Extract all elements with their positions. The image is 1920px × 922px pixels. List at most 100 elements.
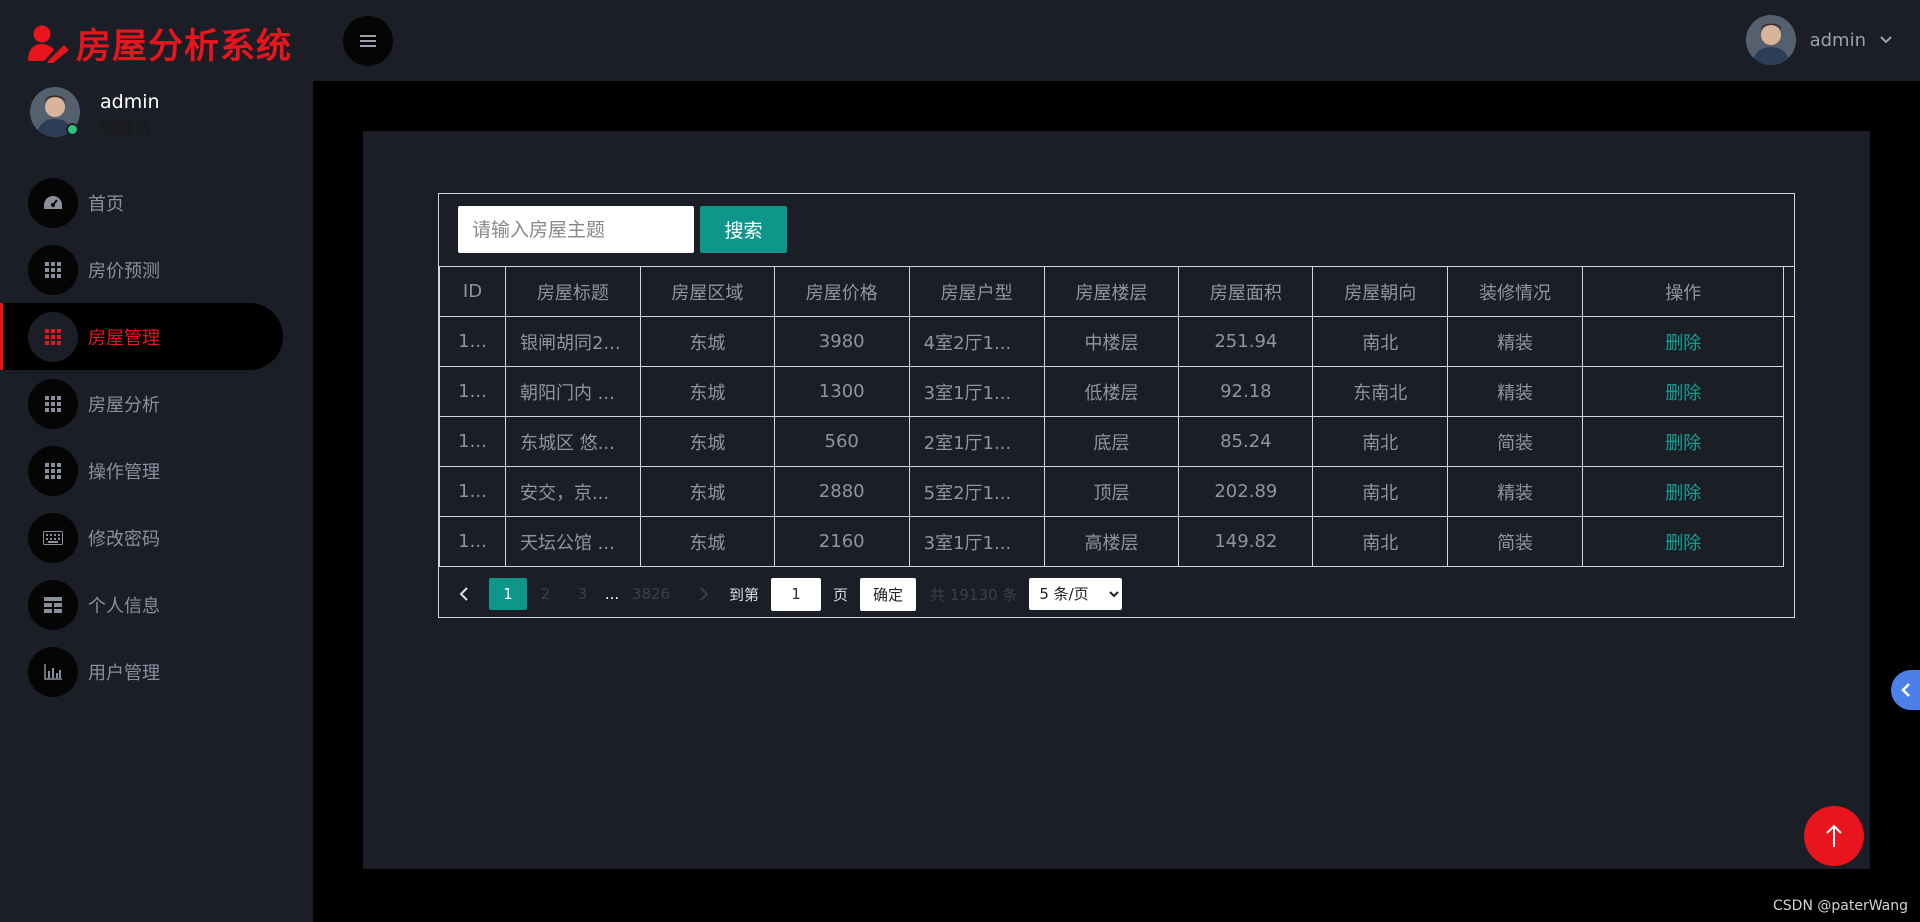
sidebar-item-house-management[interactable]: 房屋管理 <box>0 303 283 370</box>
cell-layout: 3室1厅1... <box>908 516 1045 567</box>
app-logo[interactable]: 房屋分析系统 <box>28 18 292 69</box>
cell-floor: 低楼层 <box>1043 366 1180 417</box>
sidebar-item-house-analysis[interactable]: 房屋分析 <box>0 370 313 437</box>
goto-page-input[interactable] <box>771 577 822 611</box>
table-row[interactable]: 1... 安交，京... 东城 2880 5室2厅1... 顶层 202.89 … <box>439 466 1794 517</box>
user-menu[interactable]: admin <box>1745 15 1892 65</box>
watermark: CSDN @paterWang <box>1773 898 1908 914</box>
cell-floor: 顶层 <box>1043 466 1180 517</box>
pagination: 1 2 3 ... 3826 到第 页 确定 共 19130 条 5 条/页 <box>439 571 1794 617</box>
profile-role: 管理员 <box>100 120 151 140</box>
delete-link[interactable]: 删除 <box>1581 366 1785 417</box>
chevron-right-icon <box>700 587 709 601</box>
cell-title: 安交，京... <box>504 466 641 517</box>
user-edit-icon <box>28 25 69 63</box>
dashboard-icon <box>28 177 78 228</box>
cell-floor: 高楼层 <box>1043 516 1180 567</box>
total-count: 共 19130 条 <box>930 585 1018 604</box>
column-header-title[interactable]: 房屋标题 <box>504 266 641 317</box>
cell-size: 85.24 <box>1178 416 1314 467</box>
goto-confirm-button[interactable]: 确定 <box>860 577 917 611</box>
grid-icon <box>28 445 78 496</box>
cell-floor: 底层 <box>1043 416 1180 467</box>
prev-page-button[interactable] <box>453 579 475 609</box>
table-row[interactable]: 1... 天坛公馆 ... 东城 2160 3室1厅1... 高楼层 149.8… <box>439 516 1794 567</box>
chevron-left-icon <box>459 587 468 601</box>
sidebar-item-operation-management[interactable]: 操作管理 <box>0 437 313 504</box>
search-input[interactable] <box>458 206 694 253</box>
column-gutter <box>1783 266 1794 317</box>
cell-gutter <box>1783 366 1794 417</box>
delete-link[interactable]: 删除 <box>1581 516 1785 567</box>
sidebar-item-change-password[interactable]: 修改密码 <box>0 504 313 571</box>
cell-area: 东城 <box>639 416 775 467</box>
grid-icon <box>28 378 78 429</box>
cell-area: 东城 <box>639 516 775 567</box>
table-row[interactable]: 1... 朝阳门内 ... 东城 1300 3室1厅1... 低楼层 92.18… <box>439 366 1794 417</box>
content-panel: 搜索 ID 房屋标题 房屋区域 房屋价格 房屋户型 房屋楼层 房屋面积 房屋朝向… <box>363 131 1870 869</box>
column-header-layout[interactable]: 房屋户型 <box>908 266 1045 317</box>
side-drawer-toggle[interactable] <box>1891 670 1920 710</box>
delete-link[interactable]: 删除 <box>1581 416 1785 467</box>
cell-gutter <box>1783 316 1794 367</box>
cell-area: 东城 <box>639 466 775 517</box>
table-row[interactable]: 1... 银闸胡同2... 东城 3980 4室2厅1... 中楼层 251.9… <box>439 316 1794 367</box>
cell-title: 朝阳门内 ... <box>504 366 641 417</box>
house-table-card: 搜索 ID 房屋标题 房屋区域 房屋价格 房屋户型 房屋楼层 房屋面积 房屋朝向… <box>438 193 1795 618</box>
table-row[interactable]: 1... 东城区 悠... 东城 560 2室1厅1... 底层 85.24 南… <box>439 416 1794 467</box>
column-header-floor[interactable]: 房屋楼层 <box>1043 266 1180 317</box>
page-unit-label: 页 <box>833 585 849 604</box>
sidebar-item-label: 房屋管理 <box>88 327 160 349</box>
cell-id: 1... <box>439 466 506 517</box>
house-table: ID 房屋标题 房屋区域 房屋价格 房屋户型 房屋楼层 房屋面积 房屋朝向 装修… <box>439 266 1794 567</box>
cell-title: 东城区 悠... <box>504 416 641 467</box>
cell-size: 251.94 <box>1178 316 1314 367</box>
profile-avatar <box>30 87 80 137</box>
sidebar-item-label: 房屋分析 <box>88 394 160 416</box>
page-last[interactable]: 3826 <box>623 578 679 610</box>
back-to-top-button[interactable] <box>1804 806 1864 866</box>
cell-layout: 3室1厅1... <box>908 366 1045 417</box>
cell-decoration: 精装 <box>1447 366 1583 417</box>
delete-link[interactable]: 删除 <box>1581 316 1785 367</box>
online-status-dot <box>66 123 79 136</box>
page-size-select[interactable]: 5 条/页 <box>1029 578 1123 610</box>
column-header-id[interactable]: ID <box>439 266 506 317</box>
menu-toggle-button[interactable] <box>343 16 393 66</box>
top-bar: 房屋分析系统 admin <box>0 0 1920 81</box>
cell-gutter <box>1783 466 1794 517</box>
sidebar-item-label: 个人信息 <box>88 595 160 617</box>
sidebar-item-price-prediction[interactable]: 房价预测 <box>0 236 313 303</box>
column-header-size[interactable]: 房屋面积 <box>1178 266 1314 317</box>
page-number[interactable]: 2 <box>527 578 564 610</box>
grid-icon <box>28 244 78 295</box>
cell-id: 1... <box>439 516 506 567</box>
cell-layout: 4室2厅1... <box>908 316 1045 367</box>
column-header-price[interactable]: 房屋价格 <box>773 266 910 317</box>
next-page-button[interactable] <box>693 579 715 609</box>
search-button[interactable]: 搜索 <box>700 206 787 253</box>
cell-layout: 2室1厅1... <box>908 416 1045 467</box>
cell-decoration: 简装 <box>1447 416 1583 467</box>
cell-orientation: 南北 <box>1312 466 1449 517</box>
sidebar-item-personal-info[interactable]: 个人信息 <box>0 571 313 638</box>
cell-orientation: 东南北 <box>1312 366 1449 417</box>
column-header-area[interactable]: 房屋区域 <box>639 266 775 317</box>
cell-decoration: 精装 <box>1447 466 1583 517</box>
page-number[interactable]: 3 <box>564 578 601 610</box>
cell-price: 560 <box>773 416 910 467</box>
cell-area: 东城 <box>639 366 775 417</box>
cell-id: 1... <box>439 366 506 417</box>
column-header-orientation[interactable]: 房屋朝向 <box>1312 266 1449 317</box>
sidebar-item-user-management[interactable]: 用户管理 <box>0 638 313 705</box>
sidebar-item-home[interactable]: 首页 <box>0 169 313 236</box>
column-header-decoration[interactable]: 装修情况 <box>1447 266 1583 317</box>
cell-orientation: 南北 <box>1312 416 1449 467</box>
avatar <box>1745 15 1796 65</box>
cell-floor: 中楼层 <box>1043 316 1180 367</box>
page-current[interactable]: 1 <box>489 578 527 610</box>
sidebar-item-label: 首页 <box>88 193 124 215</box>
delete-link[interactable]: 删除 <box>1581 466 1785 517</box>
cell-price: 2880 <box>773 466 910 517</box>
cell-id: 1... <box>439 416 506 467</box>
